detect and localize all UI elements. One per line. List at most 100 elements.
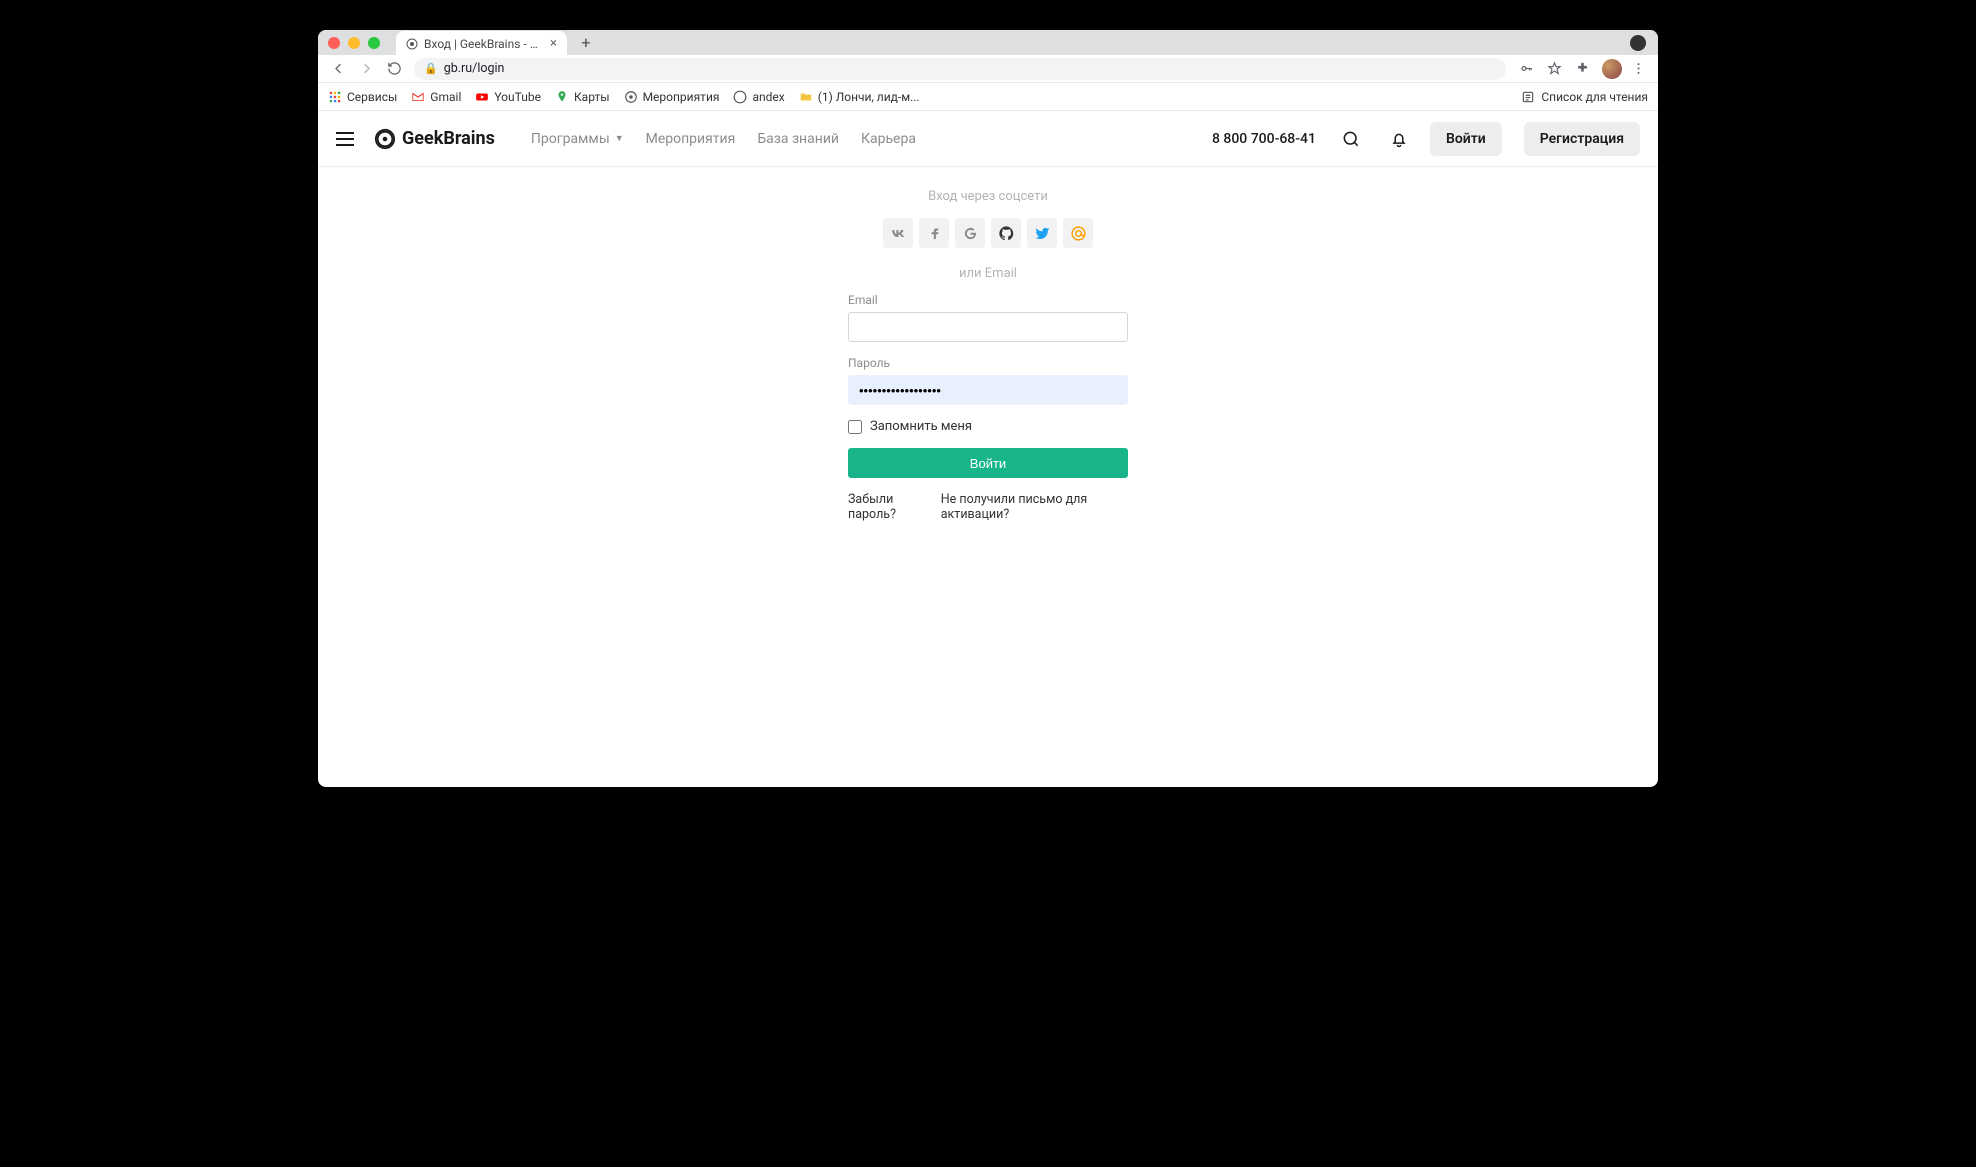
reading-list-label: Список для чтения [1541, 90, 1648, 104]
nav-events[interactable]: Мероприятия [646, 131, 736, 147]
new-tab-button[interactable]: + [575, 32, 597, 54]
maximize-window-button[interactable] [368, 37, 380, 49]
remember-checkbox[interactable] [848, 420, 862, 434]
browser-tab[interactable]: Вход | GeekBrains - образова × [396, 31, 567, 56]
notifications-bell-icon[interactable] [1388, 128, 1410, 150]
extensions-icon[interactable] [1570, 57, 1594, 81]
brand-logo[interactable]: GeekBrains [374, 128, 495, 150]
bookmark-gmail[interactable]: Gmail [411, 90, 461, 104]
twitter-login-button[interactable] [1027, 218, 1057, 248]
window-titlebar: Вход | GeekBrains - образова × + [318, 30, 1658, 55]
account-switcher-icon[interactable] [1630, 35, 1646, 51]
tab-title: Вход | GeekBrains - образова [424, 37, 544, 51]
bookmark-label: Мероприятия [643, 90, 720, 104]
bookmark-folder[interactable]: (1) Лончи, лид-м... [799, 90, 920, 104]
no-activation-link[interactable]: Не получили письмо для активации? [941, 492, 1128, 522]
browser-window: Вход | GeekBrains - образова × + 🔒 gb.ru… [318, 30, 1658, 787]
google-login-button[interactable] [955, 218, 985, 248]
address-bar-row: 🔒 gb.ru/login [318, 55, 1658, 83]
gb-icon [624, 90, 638, 104]
page-body: Вход через соцсети [318, 167, 1658, 787]
tab-close-icon[interactable]: × [550, 36, 557, 51]
facebook-login-button[interactable] [919, 218, 949, 248]
youtube-icon [475, 90, 489, 104]
password-input[interactable] [848, 375, 1128, 405]
bookmark-label: YouTube [494, 90, 541, 104]
bookmarks-bar: Сервисы Gmail YouTube Карты Мероприятия [318, 83, 1658, 111]
brand-text: GeekBrains [402, 128, 495, 149]
list-icon [1521, 90, 1535, 104]
nav-label: Карьера [861, 131, 916, 147]
yandex-icon [733, 90, 747, 104]
chevron-down-icon: ▼ [615, 133, 624, 144]
header-register-button[interactable]: Регистрация [1524, 122, 1640, 156]
grid-icon [328, 90, 342, 104]
nav-knowledge[interactable]: База знаний [757, 131, 839, 147]
forward-button[interactable] [354, 57, 378, 81]
password-key-icon[interactable] [1514, 57, 1538, 81]
search-icon[interactable] [1340, 128, 1362, 150]
button-label: Войти [970, 456, 1006, 471]
button-label: Регистрация [1540, 131, 1624, 147]
github-icon [998, 225, 1015, 242]
reload-button[interactable] [382, 57, 406, 81]
nav-label: Мероприятия [646, 131, 736, 147]
password-label: Пароль [848, 356, 1128, 370]
menu-hamburger-button[interactable] [336, 127, 360, 151]
profile-avatar[interactable] [1602, 59, 1622, 79]
bookmark-label: Карты [574, 90, 610, 104]
window-controls [328, 37, 380, 49]
close-window-button[interactable] [328, 37, 340, 49]
social-buttons-row [848, 218, 1128, 248]
mailru-icon [1070, 225, 1087, 242]
url-field[interactable]: 🔒 gb.ru/login [414, 58, 1506, 80]
back-button[interactable] [326, 57, 350, 81]
help-links-row: Забыли пароль? Не получили письмо для ак… [848, 492, 1128, 522]
nav-label: Программы [531, 131, 610, 147]
nav-career[interactable]: Карьера [861, 131, 916, 147]
email-input[interactable] [848, 312, 1128, 342]
github-login-button[interactable] [991, 218, 1021, 248]
vk-icon [890, 225, 907, 242]
email-label: Email [848, 293, 1128, 307]
login-card: Вход через соцсети [848, 189, 1128, 522]
nav-links: Программы ▼ Мероприятия База знаний Карь… [531, 131, 916, 147]
google-icon [962, 225, 979, 242]
remember-label: Запомнить меня [870, 419, 972, 434]
nav-programs[interactable]: Программы ▼ [531, 131, 624, 147]
bookmark-star-icon[interactable] [1542, 57, 1566, 81]
bookmark-label: andex [752, 90, 784, 104]
remember-me-row: Запомнить меня [848, 419, 1128, 434]
vk-login-button[interactable] [883, 218, 913, 248]
bookmark-maps[interactable]: Карты [555, 90, 610, 104]
bookmark-label: Сервисы [347, 90, 397, 104]
bookmark-label: (1) Лончи, лид-м... [818, 90, 920, 104]
social-login-title: Вход через соцсети [848, 189, 1128, 204]
nav-label: База знаний [757, 131, 839, 147]
browser-menu-icon[interactable] [1626, 57, 1650, 81]
bookmark-youtube[interactable]: YouTube [475, 90, 541, 104]
button-label: Войти [1446, 131, 1486, 147]
forgot-password-link[interactable]: Забыли пароль? [848, 492, 931, 522]
lock-icon: 🔒 [424, 62, 438, 75]
twitter-icon [1034, 225, 1051, 242]
divider-text: или Email [848, 266, 1128, 281]
facebook-icon [926, 225, 943, 242]
url-text: gb.ru/login [444, 61, 505, 76]
login-submit-button[interactable]: Войти [848, 448, 1128, 478]
brand-icon [374, 128, 396, 150]
header-phone[interactable]: 8 800 700-68-41 [1212, 131, 1316, 147]
reading-list-button[interactable]: Список для чтения [1521, 90, 1648, 104]
gmail-icon [411, 90, 425, 104]
bookmark-label: Gmail [430, 90, 461, 104]
bookmark-services[interactable]: Сервисы [328, 90, 397, 104]
tab-favicon-icon [406, 38, 418, 50]
bookmark-yandex[interactable]: andex [733, 90, 784, 104]
minimize-window-button[interactable] [348, 37, 360, 49]
folder-icon [799, 90, 813, 104]
header-login-button[interactable]: Войти [1430, 122, 1502, 156]
maps-icon [555, 90, 569, 104]
mailru-login-button[interactable] [1063, 218, 1093, 248]
bookmark-events[interactable]: Мероприятия [624, 90, 720, 104]
site-header: GeekBrains Программы ▼ Мероприятия База … [318, 111, 1658, 167]
